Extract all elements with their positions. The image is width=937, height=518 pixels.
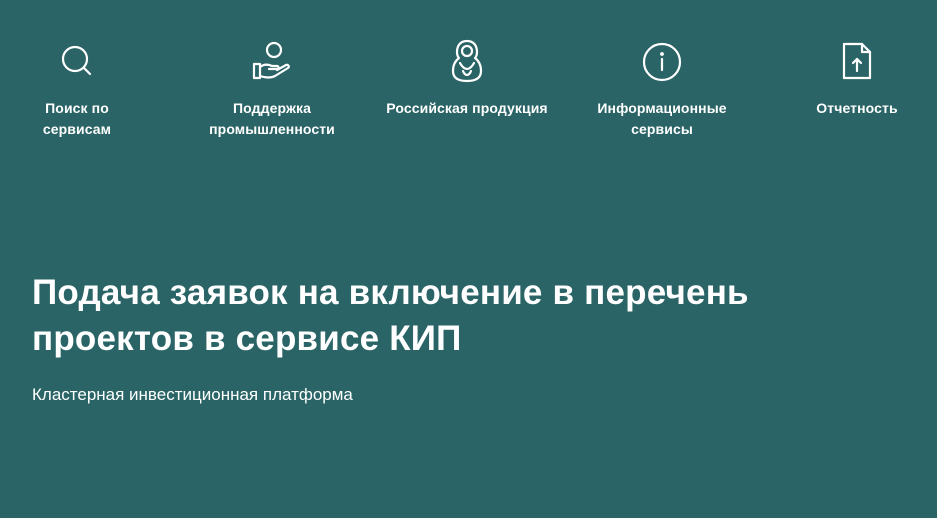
nav-item-russian-products[interactable]: Российская продукция [372, 38, 562, 119]
nav-item-label: Поиск по сервисам [42, 100, 112, 137]
info-icon [639, 38, 685, 84]
document-upload-icon [834, 38, 880, 84]
page-title: Подача заявок на включение в перечень пр… [32, 273, 749, 358]
nav-item-label: Поддержка промышленности [209, 100, 335, 137]
nav-item-information-services[interactable]: Информационные сервисы [567, 38, 757, 140]
search-icon [54, 38, 100, 84]
page-subtitle: Кластерная инвестиционная платформа [32, 385, 353, 404]
hero-section: Подача заявок на включение в перечень пр… [32, 270, 892, 406]
services-nav: Поиск по сервисам Поддержка промышленнос… [0, 38, 937, 148]
nav-item-industry-support[interactable]: Поддержка промышленности [177, 38, 367, 140]
nav-item-label: Российская продукция [386, 100, 548, 116]
nav-item-reporting[interactable]: Отчетность [762, 38, 937, 119]
nav-item-search-services[interactable]: Поиск по сервисам [0, 38, 172, 140]
hand-support-icon [249, 38, 295, 84]
nav-item-label: Информационные сервисы [597, 100, 727, 137]
matryoshka-icon [444, 38, 490, 84]
nav-item-label: Отчетность [816, 100, 898, 116]
